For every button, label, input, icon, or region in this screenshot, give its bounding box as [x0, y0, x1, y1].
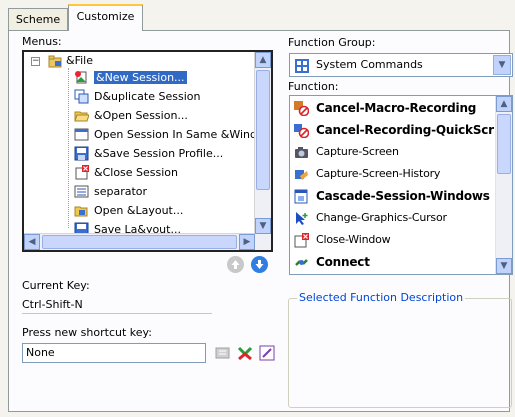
connect-icon	[294, 255, 309, 270]
scroll-down-arrow-icon[interactable]: ▼	[496, 258, 512, 274]
selected-function-description: Selected Function Description	[288, 291, 512, 408]
tree-item[interactable]: Open &Layout...	[74, 202, 184, 219]
remove-key-icon[interactable]	[236, 344, 254, 362]
tree-item-label: &Close Session	[94, 166, 179, 179]
new-shortcut-input[interactable]: None	[22, 343, 206, 363]
menus-label: Menus:	[22, 35, 62, 48]
divider	[22, 313, 212, 314]
list-item[interactable]: Cancel-Macro-Recording	[294, 97, 477, 119]
cancel-recording-icon	[294, 123, 310, 139]
tree-item-label: separator	[94, 185, 148, 198]
list-item[interactable]: Cascade-Session-Windows	[294, 185, 490, 207]
tree-item-label: Open &Layout...	[94, 204, 184, 217]
tree-vertical-scrollbar[interactable]: ▲ ▼	[254, 52, 271, 234]
tree-item[interactable]: D&uplicate Session	[74, 88, 201, 105]
collapse-icon[interactable]: −	[31, 57, 40, 66]
list-item-label: Capture-Screen-History	[316, 167, 441, 180]
assign-key-icon[interactable]	[214, 344, 232, 362]
list-item-label: Cancel-Recording-QuickScr	[316, 123, 494, 137]
description-legend: Selected Function Description	[297, 291, 466, 304]
scroll-corner	[255, 234, 271, 250]
list-item-label: Connect	[316, 255, 370, 269]
tree-item[interactable]: &Save Session Profile...	[74, 145, 224, 162]
function-list[interactable]: Cancel-Macro-Recording Cancel-Recording-…	[289, 95, 513, 275]
scroll-thumb[interactable]	[497, 114, 511, 174]
tree-item-label: &New Session...	[93, 70, 188, 85]
tree-item-label: &Save Session Profile...	[94, 147, 224, 160]
system-commands-icon	[294, 58, 310, 74]
tree-guide-line	[68, 68, 70, 228]
tree-item[interactable]: &New Session...	[75, 69, 188, 86]
list-item[interactable]: Change-Graphics-Cursor	[296, 207, 447, 229]
function-group-label: Function Group:	[288, 36, 376, 49]
list-item-label: Change-Graphics-Cursor	[316, 211, 447, 224]
duplicate-session-icon	[74, 89, 89, 104]
scroll-thumb[interactable]	[256, 70, 270, 190]
tree-item[interactable]: &Close Session	[75, 164, 179, 181]
menus-tree[interactable]: − &File &New Session... D&uplicate Sessi…	[22, 50, 273, 252]
scroll-up-arrow-icon[interactable]: ▲	[255, 52, 271, 68]
tree-item[interactable]: separator	[74, 183, 148, 200]
new-shortcut-value: None	[26, 346, 55, 359]
tab-customize-label: Customize	[76, 10, 135, 23]
window-icon	[74, 127, 89, 142]
tree-item[interactable]: Open Session In Same &Windc	[74, 126, 264, 143]
separator-icon	[74, 184, 89, 199]
tab-customize[interactable]: Customize	[68, 4, 143, 31]
camera-icon	[294, 145, 309, 160]
new-shortcut-label: Press new shortcut key:	[22, 326, 152, 339]
function-list-scrollbar[interactable]: ▲ ▼	[495, 96, 512, 274]
tree-item-label: Open Session In Same &Windc	[94, 128, 264, 141]
list-item[interactable]: Close-Window	[294, 229, 391, 251]
edit-key-icon[interactable]	[258, 344, 276, 362]
move-down-icon[interactable]	[251, 256, 268, 273]
open-folder-icon	[74, 108, 90, 123]
tree-horizontal-scrollbar[interactable]: ◀ ▶	[24, 233, 255, 250]
cursor-icon	[294, 211, 309, 226]
tab-scheme-label: Scheme	[15, 13, 61, 26]
close-session-icon	[74, 165, 89, 180]
tree-item[interactable]: &Open Session...	[74, 107, 188, 124]
save-icon	[74, 146, 89, 161]
tree-root-file[interactable]: &File	[66, 54, 93, 67]
function-group-select[interactable]: System Commands ▼	[289, 53, 513, 77]
function-group-value: System Commands	[316, 58, 423, 71]
list-item[interactable]: Capture-Screen	[295, 141, 399, 163]
folder-icon	[48, 55, 62, 68]
tree-item-label: &Open Session...	[94, 109, 188, 122]
scroll-up-arrow-icon[interactable]: ▲	[496, 96, 512, 112]
new-session-icon	[74, 70, 89, 85]
function-label: Function:	[288, 80, 339, 93]
current-key-label: Current Key:	[22, 279, 90, 292]
list-item-label: Capture-Screen	[316, 145, 399, 158]
scroll-left-arrow-icon[interactable]: ◀	[24, 234, 40, 250]
tree-item-label: D&uplicate Session	[94, 90, 201, 103]
menus-label-text: Menus:	[22, 35, 62, 48]
tab-scheme[interactable]: Scheme	[8, 8, 68, 30]
current-key-value: Ctrl-Shift-N	[22, 298, 83, 311]
chevron-down-icon[interactable]: ▼	[493, 55, 511, 75]
list-item-label: Close-Window	[316, 233, 391, 246]
list-item[interactable]: Connect	[295, 251, 370, 273]
list-item-label: Cascade-Session-Windows	[316, 189, 490, 203]
move-up-icon[interactable]	[227, 256, 244, 273]
cascade-windows-icon	[294, 189, 309, 204]
scroll-right-arrow-icon[interactable]: ▶	[239, 234, 255, 250]
close-window-icon	[294, 233, 309, 248]
scroll-thumb-horizontal[interactable]	[42, 235, 237, 249]
list-item[interactable]: Cancel-Recording-QuickScr	[294, 119, 494, 141]
list-item[interactable]: Capture-Screen-History	[295, 163, 441, 185]
cancel-macro-icon	[294, 101, 310, 117]
list-item-label: Cancel-Macro-Recording	[316, 101, 477, 115]
open-layout-icon	[74, 203, 89, 218]
scroll-down-arrow-icon[interactable]: ▼	[255, 218, 271, 234]
capture-history-icon	[294, 167, 309, 182]
